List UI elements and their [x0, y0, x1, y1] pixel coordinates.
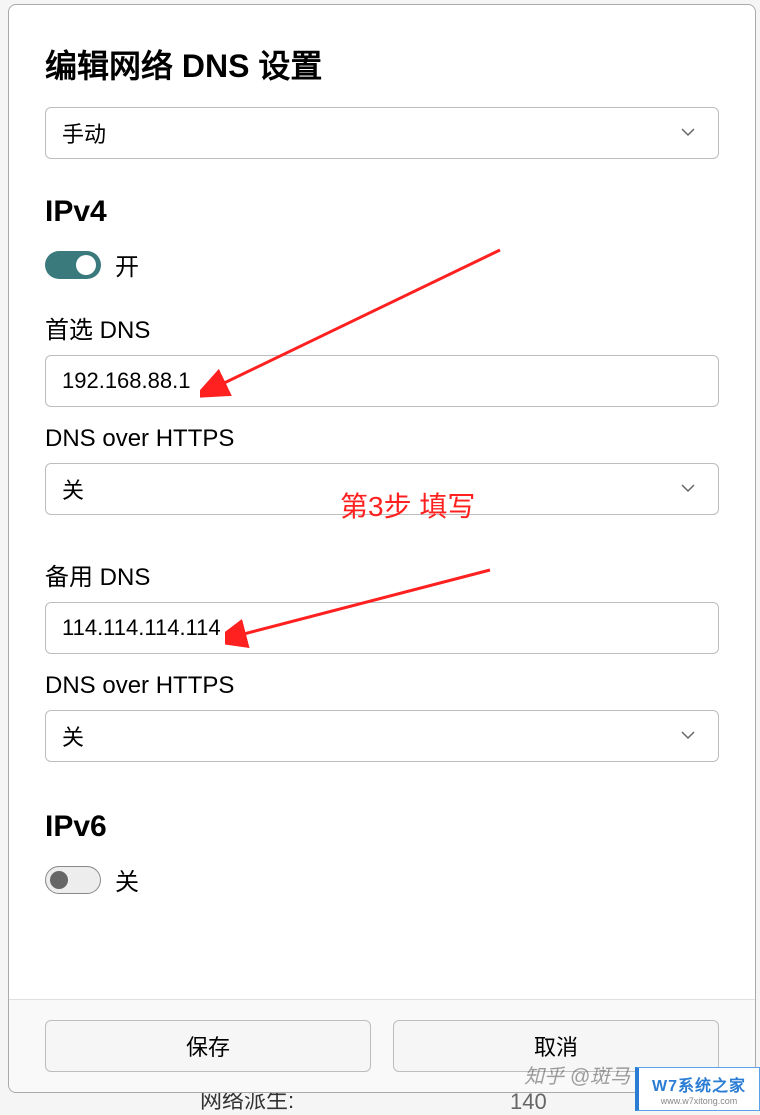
dialog-body: 编辑网络 DNS 设置 手动 IPv4 开 首选 DNS 192.168.88.… — [9, 5, 755, 999]
watermark-main: W7系统之家 — [652, 1072, 746, 1096]
watermark-sub: www.w7xitong.com — [661, 1096, 738, 1106]
zhihu-watermark: 知乎 @斑马 — [524, 1060, 630, 1089]
doh-select-2[interactable]: 关 — [45, 710, 719, 762]
ipv4-toggle-row: 开 — [45, 247, 719, 282]
ipv4-toggle[interactable] — [45, 251, 101, 279]
primary-dns-input[interactable]: 192.168.88.1 — [45, 355, 719, 407]
ipv6-heading: IPv6 — [45, 810, 719, 844]
doh-value-1: 关 — [62, 473, 84, 505]
ipv4-heading: IPv4 — [45, 195, 719, 229]
primary-dns-label: 首选 DNS — [45, 310, 719, 345]
dns-settings-dialog: 编辑网络 DNS 设置 手动 IPv4 开 首选 DNS 192.168.88.… — [8, 4, 756, 1093]
ipv6-toggle-label: 关 — [115, 862, 139, 897]
alt-dns-value: 114.114.114.114 — [62, 615, 221, 641]
doh-value-2: 关 — [62, 720, 84, 752]
dns-mode-select[interactable]: 手动 — [45, 107, 719, 159]
doh-label-2: DNS over HTTPS — [45, 672, 719, 700]
dns-mode-value: 手动 — [62, 117, 106, 149]
toggle-knob — [50, 871, 68, 889]
ipv6-toggle-row: 关 — [45, 862, 719, 897]
alt-dns-input[interactable]: 114.114.114.114 — [45, 602, 719, 654]
save-button[interactable]: 保存 — [45, 1020, 371, 1072]
doh-label-1: DNS over HTTPS — [45, 425, 719, 453]
dialog-title: 编辑网络 DNS 设置 — [45, 41, 719, 87]
primary-dns-value: 192.168.88.1 — [62, 368, 190, 394]
chevron-down-icon — [680, 723, 696, 749]
alt-dns-label: 备用 DNS — [45, 557, 719, 592]
ipv6-toggle[interactable] — [45, 866, 101, 894]
doh-select-1[interactable]: 关 — [45, 463, 719, 515]
ipv4-toggle-label: 开 — [115, 247, 139, 282]
chevron-down-icon — [680, 476, 696, 502]
toggle-knob — [76, 255, 96, 275]
chevron-down-icon — [680, 120, 696, 146]
site-watermark: W7系统之家 www.w7xitong.com — [635, 1067, 760, 1111]
